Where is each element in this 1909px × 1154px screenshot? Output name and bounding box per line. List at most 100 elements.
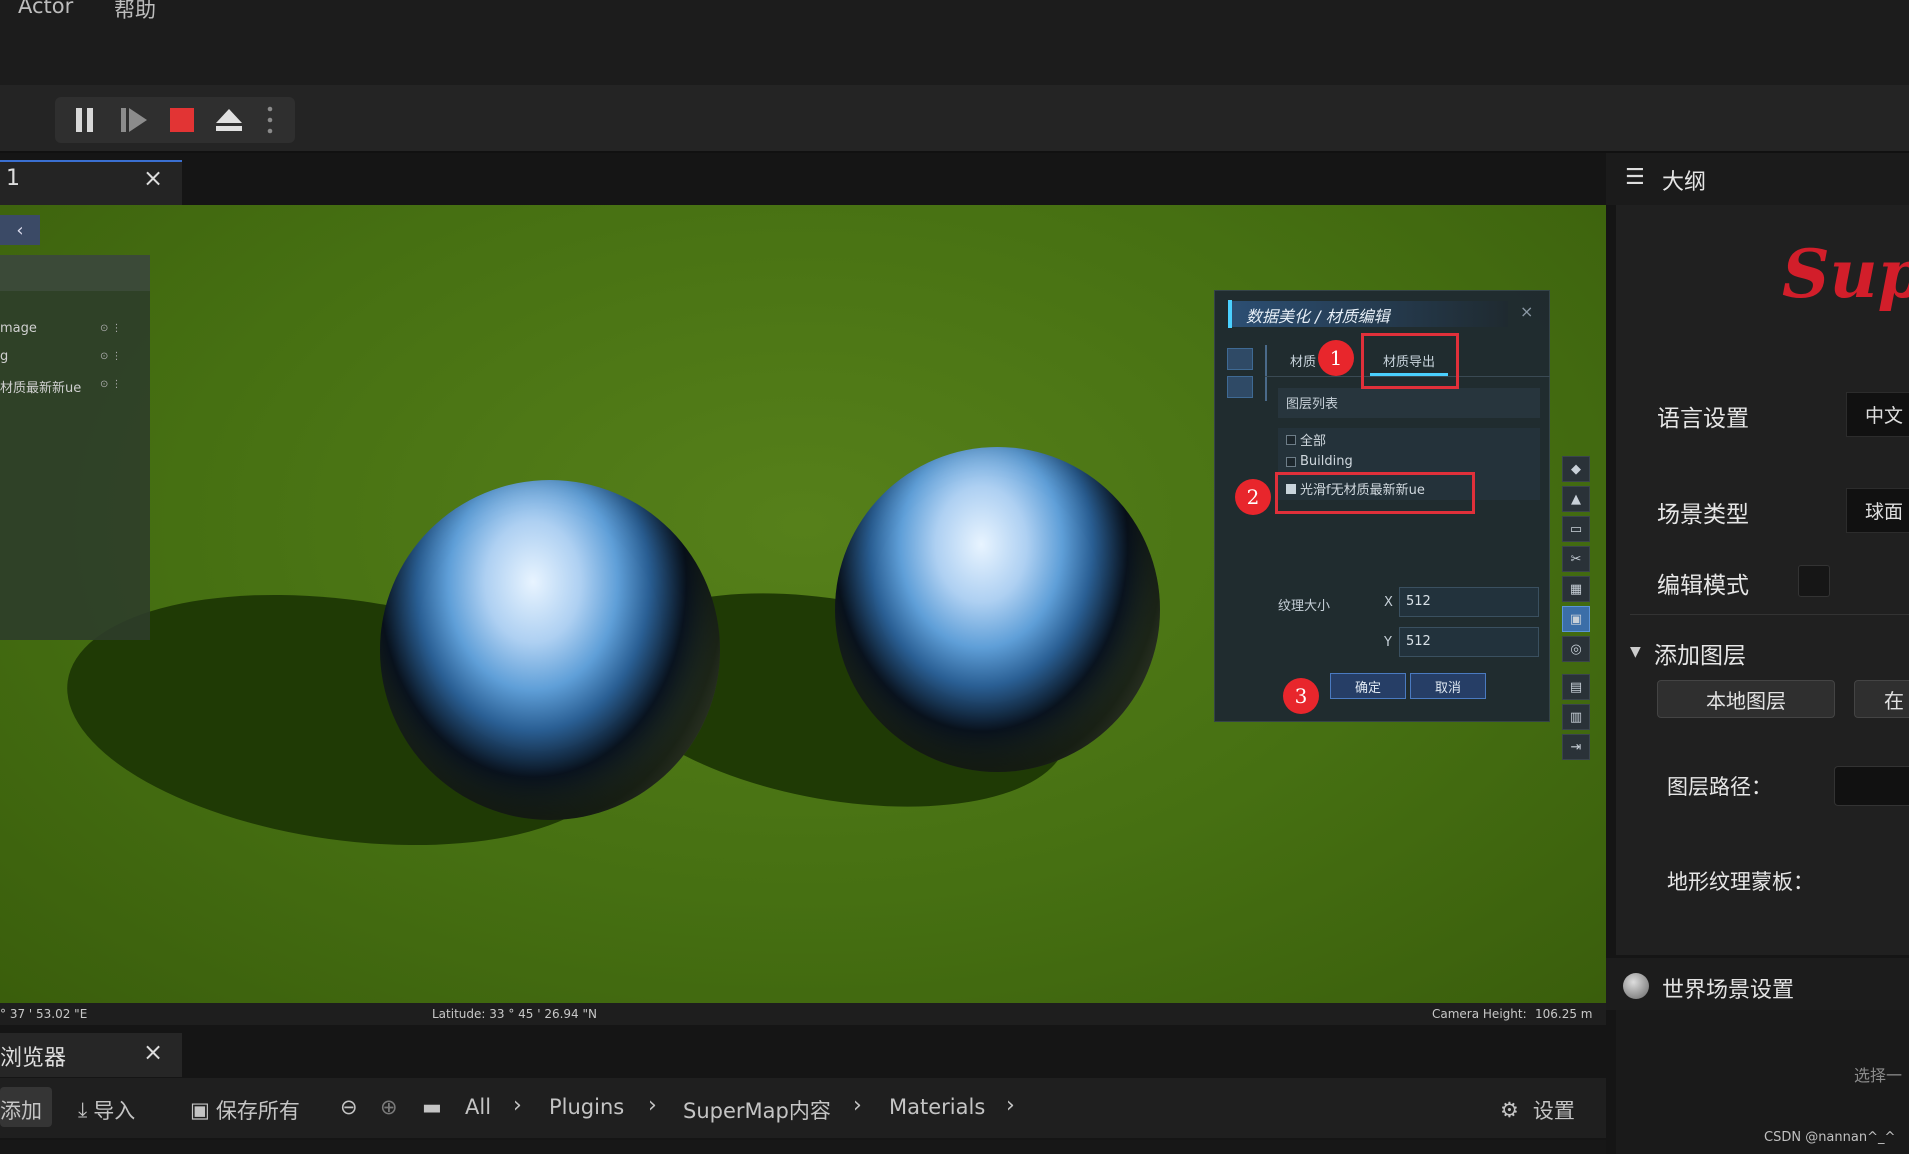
folder-icon[interactable] [1227,348,1253,370]
stop-button[interactable] [164,103,200,137]
eject-button[interactable] [211,103,247,137]
settings-label: 设置 [1532,1099,1575,1123]
visibility-icon[interactable]: ⊙ ⋮ [100,323,122,334]
layer-side-panel [0,255,150,640]
select-hint: 选择一 [1854,1066,1903,1085]
layer-list-header: 图层列表 [1278,388,1540,418]
list-item-label: 全部 [1300,434,1327,449]
terrain-mask-label: 地形纹理蒙板： [1667,870,1814,894]
save-icon: ▣ [190,1098,210,1122]
watermark: CSDN @nannan^_^ [1764,1130,1896,1145]
cube-icon[interactable]: ◆ [1562,456,1590,482]
back-button[interactable]: ⊖ [340,1095,358,1119]
chevron-right-icon: › [513,1093,522,1118]
path-all[interactable]: All [465,1095,491,1119]
exit-icon[interactable]: ⇥ [1562,734,1590,760]
visibility-icon[interactable]: ⊙ ⋮ [100,351,122,362]
texture-x-input[interactable]: 512 [1399,587,1539,617]
texture-y-input[interactable]: 512 [1399,627,1539,657]
online-layer-button[interactable]: 在 [1854,680,1909,718]
pause-icon [76,108,93,132]
path-plugins[interactable]: Plugins [549,1095,624,1119]
forward-button[interactable]: ⊕ [380,1095,398,1119]
annotation-box [1361,333,1459,389]
save-all-label: 保存所有 [215,1099,300,1123]
add-label: 添加 [0,1099,42,1123]
divider [1265,345,1267,401]
pause-button[interactable] [67,103,103,137]
language-label: 语言设置 [1657,406,1749,432]
step-button[interactable] [116,103,152,137]
scissors-icon[interactable]: ✂ [1562,546,1590,572]
viewport-status-bar [0,1003,1606,1025]
latitude-text: Latitude: 33 ° 45 ' 26.94 "N [432,1007,598,1021]
layer-row[interactable]: 材质最新新ue [0,377,81,396]
menu-actor[interactable]: Actor [18,0,73,18]
content-browser-tab-label: 浏览器 [0,1046,67,1071]
layer-row[interactable]: mage [0,321,37,336]
layer-path-label: 图层路径： [1667,775,1772,799]
layer-path-input[interactable] [1834,766,1909,806]
list-item[interactable]: Building [1286,454,1353,469]
dialog-title: 数据美化 / 材质编辑 [1246,307,1390,326]
supermap-logo: Supe [1782,235,1909,313]
x-label: X [1384,595,1393,610]
annotation-marker: 2 [1235,479,1271,515]
transform-icon[interactable] [1227,376,1253,398]
content-browser-close-icon[interactable]: × [143,1038,163,1066]
title-accent [1228,300,1232,328]
edit-mode-checkbox[interactable] [1798,565,1830,597]
gear-icon: ⚙ [1500,1098,1519,1122]
material-icon[interactable]: ▣ [1562,606,1590,632]
language-select[interactable]: 中文 [1846,392,1909,437]
scene-type-select[interactable]: 球面 [1846,488,1909,533]
import-button[interactable]: ⤓ 导入 [78,1095,135,1125]
menu-bar [0,0,1909,85]
expand-arrow-icon[interactable]: ▼ [1630,644,1641,660]
search-icon[interactable]: ◎ [1562,636,1590,662]
visibility-icon[interactable]: ⊙ ⋮ [100,379,122,390]
ok-button[interactable]: 确定 [1330,673,1406,699]
checkbox[interactable] [1286,434,1296,445]
import-icon: ⤓ [78,1097,88,1122]
chevron-right-icon: › [853,1093,862,1118]
step-icon [121,108,147,132]
edit-mode-label: 编辑模式 [1657,573,1749,599]
terrain-icon[interactable]: ▲ [1562,486,1590,512]
save-all-button[interactable]: ▣ 保存所有 [190,1095,300,1125]
save-icon[interactable]: ▤ [1562,674,1590,700]
collapse-panel-button[interactable]: ‹ [0,215,40,245]
settings-button[interactable]: ⚙ 设置 [1500,1095,1575,1125]
longitude-text: ° 37 ' 53.02 "E [0,1007,88,1021]
content-browser-body [0,1140,1606,1154]
globe-icon [1623,973,1649,999]
chevron-right-icon: › [648,1093,657,1118]
layer-row[interactable]: g [0,349,8,364]
import-icon[interactable]: ▥ [1562,704,1590,730]
local-layer-button[interactable]: 本地图层 [1657,680,1835,718]
menu-help[interactable]: 帮助 [114,0,156,24]
more-button[interactable] [260,103,280,137]
list-item[interactable]: 全部 [1286,430,1326,449]
tab-material[interactable]: 材质 [1290,351,1316,370]
path-materials[interactable]: Materials [889,1095,985,1119]
chrome-sphere [835,447,1160,772]
camera-height-label: Camera Height: [1432,1007,1527,1021]
annotation-marker: 1 [1318,340,1354,376]
grid-icon[interactable]: ▦ [1562,576,1590,602]
add-layer-section[interactable]: 添加图层 [1654,636,1746,670]
annotation-box [1275,472,1475,514]
divider [1630,614,1909,615]
path-supermap[interactable]: SuperMap内容 [683,1095,831,1125]
more-icon [267,106,273,134]
dialog-close-icon[interactable]: × [1520,302,1533,321]
checkbox[interactable] [1286,456,1296,467]
ruler-icon[interactable]: ▭ [1562,516,1590,542]
viewport-tabstrip [0,153,1606,205]
folder-icon: ▬ [422,1095,442,1119]
vertical-toolbar: ◆ ▲ ▭ ✂ ▦ ▣ ◎ ▤ ▥ ⇥ [1562,456,1592,776]
back-arrow-icon: ⊖ [340,1095,358,1119]
viewport-tab-close-icon[interactable]: × [143,164,163,192]
chevron-left-icon: ‹ [16,219,24,241]
cancel-button[interactable]: 取消 [1410,673,1486,699]
